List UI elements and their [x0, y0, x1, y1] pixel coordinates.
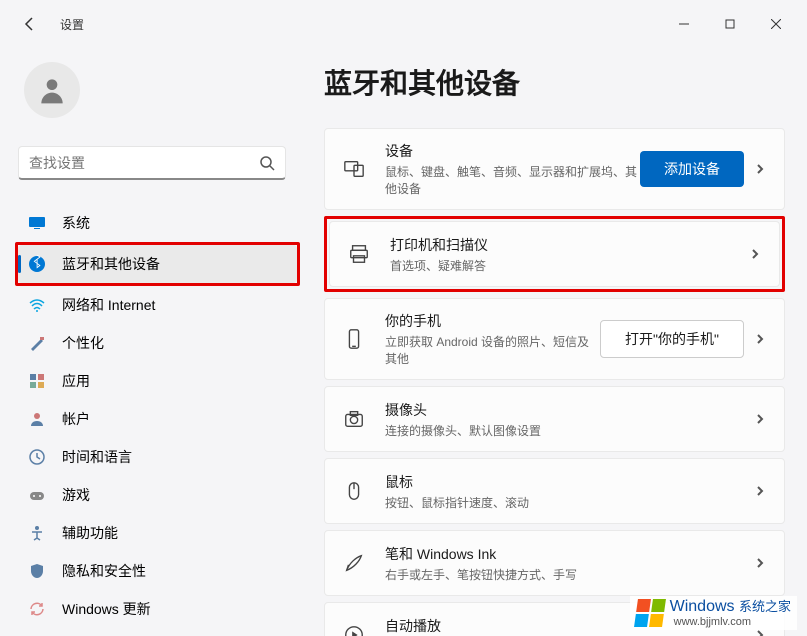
accessibility-icon [28, 524, 46, 542]
card-text: 摄像头 连接的摄像头、默认图像设置 [385, 400, 754, 439]
sidebar-item-label: 系统 [62, 213, 90, 233]
card-title: 你的手机 [385, 311, 600, 331]
nav-list: 系统 蓝牙和其他设备 网络和 Internet 个性化 应用 [18, 204, 310, 628]
card-title: 打印机和扫描仪 [390, 235, 749, 255]
avatar[interactable] [24, 62, 80, 118]
card-camera[interactable]: 摄像头 连接的摄像头、默认图像设置 [324, 386, 785, 452]
accounts-icon [28, 410, 46, 428]
close-icon [771, 19, 781, 29]
watermark: Windows 系统之家 www.bjjmlv.com [630, 596, 797, 630]
card-subtitle: 右手或左手、笔按钮快捷方式、手写 [385, 566, 754, 583]
search-input-container[interactable] [18, 146, 286, 180]
windows-logo-icon [634, 599, 666, 627]
update-icon [28, 600, 46, 618]
open-your-phone-button[interactable]: 打开"你的手机" [600, 320, 744, 358]
search-icon [259, 155, 275, 171]
card-title: 设备 [385, 141, 640, 161]
bluetooth-icon [28, 255, 46, 273]
chevron-right-icon [754, 484, 768, 498]
sidebar-item-label: 个性化 [62, 333, 104, 353]
maximize-icon [725, 19, 735, 29]
page-title: 蓝牙和其他设备 [324, 62, 785, 102]
sidebar-item-label: 网络和 Internet [62, 295, 155, 315]
card-text: 你的手机 立即获取 Android 设备的照片、短信及其他 [385, 311, 600, 367]
sidebar: 系统 蓝牙和其他设备 网络和 Internet 个性化 应用 [0, 48, 310, 636]
card-text: 设备 鼠标、键盘、触笔、音频、显示器和扩展坞、其他设备 [385, 141, 640, 197]
network-icon [28, 296, 46, 314]
camera-icon [341, 406, 367, 432]
chevron-right-icon [754, 412, 768, 426]
card-subtitle: 连接的摄像头、默认图像设置 [385, 422, 754, 439]
watermark-sub: 系统之家 [739, 599, 791, 614]
phone-icon [341, 326, 367, 352]
content: 蓝牙和其他设备 设备 鼠标、键盘、触笔、音频、显示器和扩展坞、其他设备 添加设备… [310, 48, 807, 636]
chevron-right-icon [754, 162, 768, 176]
card-subtitle: 按钮、鼠标指针速度、滚动 [385, 494, 754, 511]
brush-icon [28, 334, 46, 352]
card-text: 鼠标 按钮、鼠标指针速度、滚动 [385, 472, 754, 511]
chevron-right-icon [749, 247, 763, 261]
printer-icon [346, 241, 372, 267]
sidebar-item-accounts[interactable]: 帐户 [18, 400, 310, 438]
sidebar-item-label: 辅助功能 [62, 523, 118, 543]
sidebar-item-label: Windows 更新 [62, 599, 151, 619]
minimize-icon [679, 19, 689, 29]
sidebar-item-bluetooth[interactable]: 蓝牙和其他设备 [18, 245, 297, 283]
app-title: 设置 [60, 16, 84, 33]
pen-icon [341, 550, 367, 576]
minimize-button[interactable] [661, 8, 707, 40]
gaming-icon [28, 486, 46, 504]
highlight-bluetooth: 蓝牙和其他设备 [15, 242, 300, 286]
mouse-icon [341, 478, 367, 504]
card-text: 笔和 Windows Ink 右手或左手、笔按钮快捷方式、手写 [385, 544, 754, 583]
card-subtitle: 立即获取 Android 设备的照片、短信及其他 [385, 333, 600, 367]
maximize-button[interactable] [707, 8, 753, 40]
card-pen[interactable]: 笔和 Windows Ink 右手或左手、笔按钮快捷方式、手写 [324, 530, 785, 596]
chevron-right-icon [754, 332, 768, 346]
watermark-brand: Windows [670, 598, 735, 615]
sidebar-item-update[interactable]: Windows 更新 [18, 590, 310, 628]
sidebar-item-label: 时间和语言 [62, 447, 132, 467]
person-icon [36, 74, 68, 106]
sidebar-item-network[interactable]: 网络和 Internet [18, 286, 310, 324]
card-printers[interactable]: 打印机和扫描仪 首选项、疑难解答 [329, 221, 780, 287]
card-subtitle: 首选项、疑难解答 [390, 257, 749, 274]
shield-icon [28, 562, 46, 580]
close-button[interactable] [753, 8, 799, 40]
sidebar-item-label: 蓝牙和其他设备 [62, 254, 160, 274]
sidebar-item-label: 隐私和安全性 [62, 561, 146, 581]
card-devices[interactable]: 设备 鼠标、键盘、触笔、音频、显示器和扩展坞、其他设备 添加设备 [324, 128, 785, 210]
add-device-button[interactable]: 添加设备 [640, 151, 744, 187]
sidebar-item-label: 游戏 [62, 485, 90, 505]
card-phone[interactable]: 你的手机 立即获取 Android 设备的照片、短信及其他 打开"你的手机" [324, 298, 785, 380]
card-title: 笔和 Windows Ink [385, 544, 754, 564]
clock-icon [28, 448, 46, 466]
back-button[interactable] [14, 8, 46, 40]
card-title: 鼠标 [385, 472, 754, 492]
titlebar: 设置 [0, 0, 807, 48]
card-text: 打印机和扫描仪 首选项、疑难解答 [390, 235, 749, 274]
sidebar-item-accessibility[interactable]: 辅助功能 [18, 514, 310, 552]
sidebar-item-time[interactable]: 时间和语言 [18, 438, 310, 476]
autoplay-icon [341, 622, 367, 636]
arrow-left-icon [22, 16, 38, 32]
system-icon [28, 214, 46, 232]
highlight-printers: 打印机和扫描仪 首选项、疑难解答 [324, 216, 785, 292]
watermark-url: www.bjjmlv.com [674, 616, 791, 628]
sidebar-item-label: 帐户 [62, 409, 90, 429]
card-mouse[interactable]: 鼠标 按钮、鼠标指针速度、滚动 [324, 458, 785, 524]
chevron-right-icon [754, 556, 768, 570]
sidebar-item-apps[interactable]: 应用 [18, 362, 310, 400]
devices-icon [341, 156, 367, 182]
card-title: 摄像头 [385, 400, 754, 420]
sidebar-item-system[interactable]: 系统 [18, 204, 310, 242]
sidebar-item-personalize[interactable]: 个性化 [18, 324, 310, 362]
sidebar-item-privacy[interactable]: 隐私和安全性 [18, 552, 310, 590]
sidebar-item-gaming[interactable]: 游戏 [18, 476, 310, 514]
search-input[interactable] [29, 155, 259, 171]
window-controls [661, 8, 799, 40]
card-subtitle: 鼠标、键盘、触笔、音频、显示器和扩展坞、其他设备 [385, 163, 640, 197]
sidebar-item-label: 应用 [62, 371, 90, 391]
apps-icon [28, 372, 46, 390]
